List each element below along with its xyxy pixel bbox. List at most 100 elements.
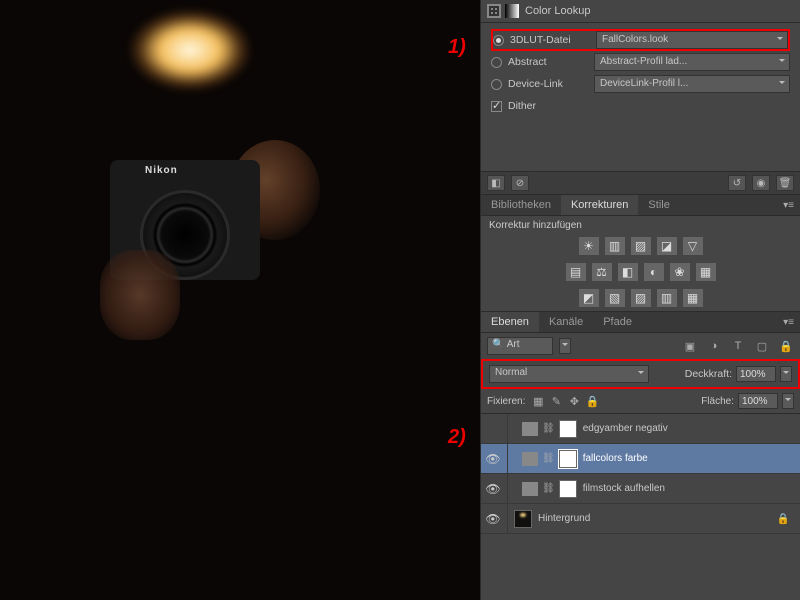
- dropdown-abstract[interactable]: Abstract-Profil lad...: [594, 53, 790, 71]
- tab-adjustments[interactable]: Korrekturen: [561, 195, 638, 215]
- eye-icon[interactable]: 👁: [485, 452, 501, 466]
- mask-thumb[interactable]: [559, 420, 577, 438]
- clip-button[interactable]: ◧: [487, 175, 505, 191]
- opacity-label: Deckkraft:: [685, 368, 732, 380]
- lock-pixels-icon[interactable]: ✎: [549, 394, 563, 408]
- row-devicelink: Device-Link DeviceLink-Profil l...: [491, 73, 790, 95]
- opacity-input[interactable]: [736, 366, 776, 382]
- fill-input[interactable]: [738, 393, 778, 409]
- layers-menu-icon[interactable]: ▾≡: [777, 317, 800, 328]
- properties-button-bar: ◧ ⊘ ↺ ◉ 🗑: [481, 171, 800, 194]
- row-dither: Dither: [491, 95, 790, 117]
- adj-bw-icon[interactable]: ◧: [618, 263, 638, 281]
- adj-brightness-icon[interactable]: ☀: [579, 237, 599, 255]
- panel-menu-icon[interactable]: ▾≡: [777, 200, 800, 211]
- photo-hand: [100, 250, 180, 340]
- adjustments-grid-3: ◩ ▧ ▨ ▥ ▦: [481, 285, 800, 311]
- layer-row[interactable]: ⛓ edgyamber negativ: [481, 414, 800, 444]
- layer-name: fallcolors farbe: [583, 453, 648, 464]
- adj-levels-icon[interactable]: ▥: [605, 237, 625, 255]
- annotation-1: 1): [448, 36, 466, 59]
- layer-filter-dd-icon[interactable]: [559, 338, 571, 354]
- adj-exposure-icon[interactable]: ◪: [657, 237, 677, 255]
- lock-icon: 🔒: [777, 512, 790, 525]
- adj-gradientmap-icon[interactable]: ▥: [657, 289, 677, 307]
- layer-row[interactable]: 👁 ⛓ filmstock aufhellen: [481, 474, 800, 504]
- adj-photofilter-icon[interactable]: ◐: [644, 263, 664, 281]
- layer-row[interactable]: 👁 Hintergrund 🔒: [481, 504, 800, 534]
- link-icon: ⛓: [542, 483, 555, 494]
- color-lookup-properties: 3DLUT-Datei FallColors.look Abstract Abs…: [481, 23, 800, 171]
- filter-shape-icon[interactable]: ▢: [754, 339, 770, 353]
- adj-thumb-icon: [522, 452, 538, 466]
- adj-colorlookup-icon[interactable]: ▦: [696, 263, 716, 281]
- adj-selectivecolor-icon[interactable]: ▦: [683, 289, 703, 307]
- filter-adjustment-icon[interactable]: ◑: [706, 339, 722, 353]
- adj-thumb-icon: [522, 482, 538, 496]
- label-abstract: Abstract: [508, 56, 588, 68]
- layer-list: ⛓ edgyamber negativ 👁 ⛓ fallcolors farbe…: [481, 413, 800, 534]
- tabs-layers: Ebenen Kanäle Pfade ▾≡: [481, 311, 800, 333]
- label-3dlut: 3DLUT-Datei: [510, 34, 590, 46]
- adj-hue-icon[interactable]: ▤: [566, 263, 586, 281]
- link-icon: ⛓: [542, 453, 555, 464]
- radio-abstract[interactable]: [491, 57, 502, 68]
- visibility-button[interactable]: ◉: [752, 175, 770, 191]
- eye-icon[interactable]: 👁: [485, 482, 501, 496]
- lock-position-icon[interactable]: ✥: [567, 394, 581, 408]
- label-dither: Dither: [508, 100, 536, 112]
- mask-thumb[interactable]: [559, 450, 577, 468]
- panels-sidebar: Color Lookup 3DLUT-Datei FallColors.look…: [480, 0, 800, 600]
- document-canvas[interactable]: Nikon: [0, 0, 480, 600]
- layer-filter-dropdown[interactable]: 🔍 Art: [487, 337, 553, 355]
- adj-curves-icon[interactable]: ▨: [631, 237, 651, 255]
- adjustments-grid-2: ▤ ⚖ ◧ ◐ ❀ ▦: [481, 259, 800, 285]
- dropdown-3dlut[interactable]: FallColors.look: [596, 31, 788, 49]
- blend-opacity-row: Normal Deckkraft:: [481, 359, 800, 389]
- radio-3dlut[interactable]: [493, 35, 504, 46]
- photo-flash-glow: [130, 10, 250, 90]
- panel-header-color-lookup: Color Lookup: [481, 0, 800, 23]
- adjustments-grid: ☀ ▥ ▨ ◪ ▽: [481, 233, 800, 259]
- tab-paths[interactable]: Pfade: [593, 312, 642, 332]
- tab-layers[interactable]: Ebenen: [481, 312, 539, 332]
- layer-name: filmstock aufhellen: [583, 483, 665, 494]
- adjustments-hint: Korrektur hinzufügen: [481, 216, 800, 233]
- tabs-libraries: Bibliotheken Korrekturen Stile ▾≡: [481, 194, 800, 216]
- layer-thumbnail[interactable]: [514, 510, 532, 528]
- tab-styles[interactable]: Stile: [638, 195, 679, 215]
- mask-thumb[interactable]: [559, 480, 577, 498]
- tab-libraries[interactable]: Bibliotheken: [481, 195, 561, 215]
- blend-mode-dropdown[interactable]: Normal: [489, 365, 649, 383]
- fill-dd-icon[interactable]: [782, 393, 794, 409]
- opacity-dd-icon[interactable]: [780, 366, 792, 382]
- row-abstract: Abstract Abstract-Profil lad...: [491, 51, 790, 73]
- view-previous-button[interactable]: ⊘: [511, 175, 529, 191]
- annotation-2: 2): [448, 426, 466, 449]
- adj-threshold-icon[interactable]: ▨: [631, 289, 651, 307]
- grid-icon: [487, 4, 501, 18]
- filter-pixel-icon[interactable]: ▣: [682, 339, 698, 353]
- layer-name: Hintergrund: [538, 513, 590, 524]
- dropdown-devicelink[interactable]: DeviceLink-Profil l...: [594, 75, 790, 93]
- delete-button[interactable]: 🗑: [776, 175, 794, 191]
- checkbox-dither[interactable]: [491, 101, 502, 112]
- adj-colorbalance-icon[interactable]: ⚖: [592, 263, 612, 281]
- gradient-icon: [505, 4, 519, 18]
- reset-button[interactable]: ↺: [728, 175, 746, 191]
- eye-icon[interactable]: 👁: [485, 512, 501, 526]
- adj-invert-icon[interactable]: ◩: [579, 289, 599, 307]
- filter-type-icon[interactable]: T: [730, 339, 746, 353]
- fill-label: Fläche:: [701, 396, 734, 407]
- adj-channelmixer-icon[interactable]: ❀: [670, 263, 690, 281]
- filter-smart-icon[interactable]: 🔒: [778, 339, 794, 353]
- lock-transparent-icon[interactable]: ▦: [531, 394, 545, 408]
- layer-row[interactable]: 👁 ⛓ fallcolors farbe: [481, 444, 800, 474]
- lock-label: Fixieren:: [487, 396, 525, 407]
- radio-devicelink[interactable]: [491, 79, 502, 90]
- adj-vibrance-icon[interactable]: ▽: [683, 237, 703, 255]
- lock-all-icon[interactable]: 🔒: [585, 394, 599, 408]
- tab-channels[interactable]: Kanäle: [539, 312, 593, 332]
- row-3dlut: 3DLUT-Datei FallColors.look: [491, 29, 790, 51]
- adj-posterize-icon[interactable]: ▧: [605, 289, 625, 307]
